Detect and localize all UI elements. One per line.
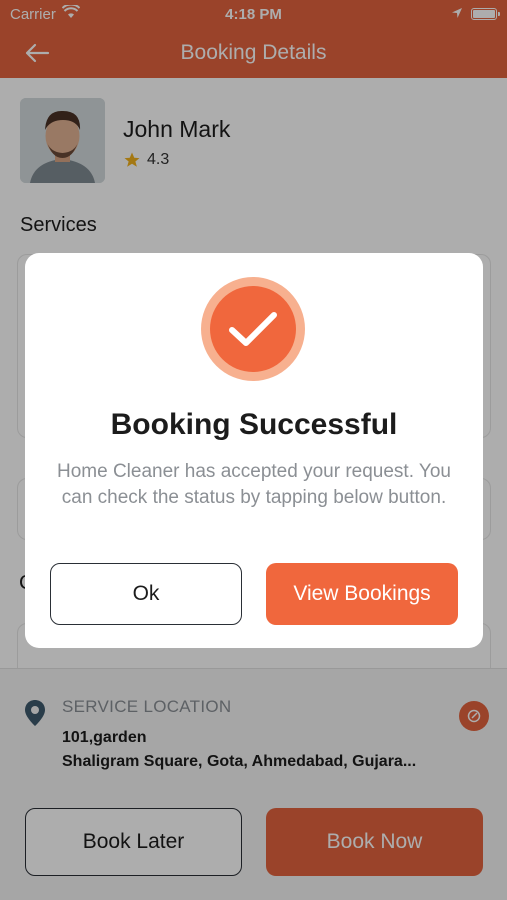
dialog-message: Home Cleaner has accepted your request. … [57, 461, 451, 508]
booking-success-dialog: Booking Successful Home Cleaner has acce… [25, 253, 483, 648]
dialog-title: Booking Successful [110, 408, 398, 441]
view-bookings-button[interactable]: View Bookings [266, 563, 458, 625]
success-badge-inner [210, 286, 296, 372]
ok-button[interactable]: Ok [50, 563, 242, 625]
success-badge [201, 277, 305, 381]
check-icon [229, 312, 277, 346]
